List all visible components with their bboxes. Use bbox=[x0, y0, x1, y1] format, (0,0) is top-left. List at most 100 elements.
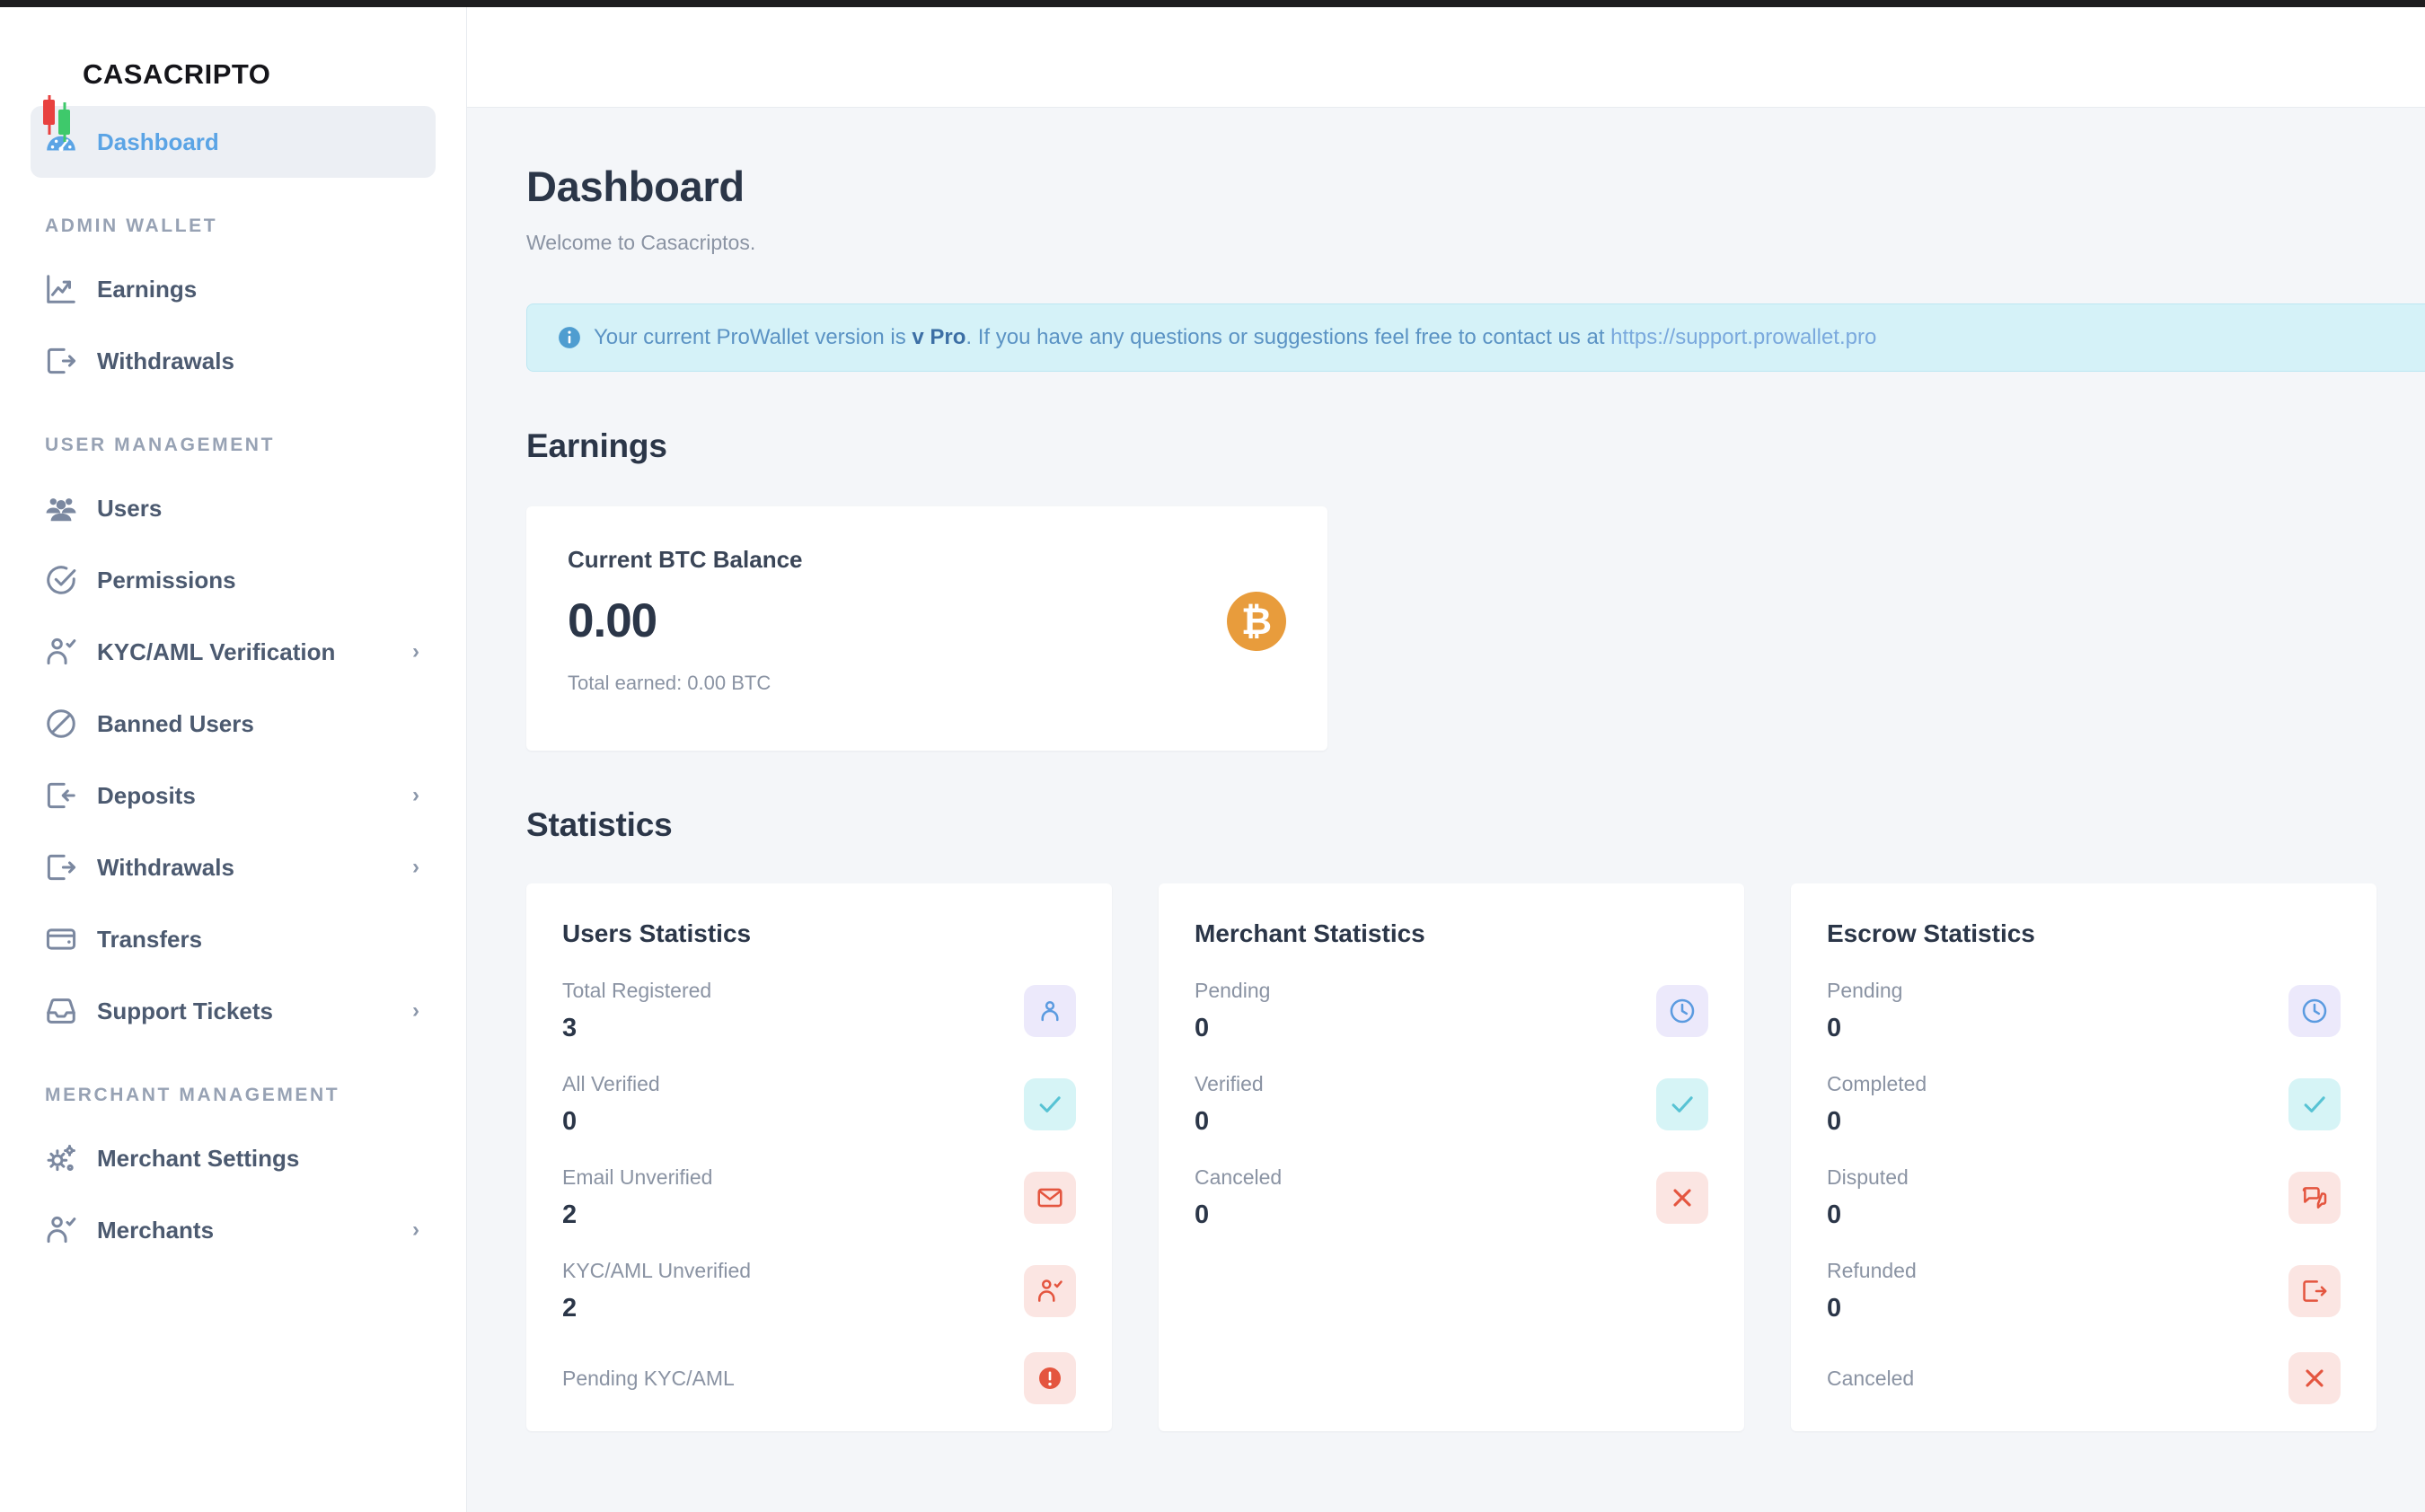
stat-row-value: 3 bbox=[562, 1014, 578, 1042]
stat-row: Verified 0 bbox=[1195, 1072, 1708, 1137]
stat-card-title: Users Statistics bbox=[562, 919, 752, 947]
user-check-icon bbox=[1024, 1265, 1076, 1317]
chevron-right-icon[interactable]: › bbox=[412, 857, 419, 878]
page-title: Dashboard bbox=[526, 163, 745, 210]
sidebar-item-withdrawals[interactable]: Withdrawals bbox=[31, 325, 436, 397]
stat-row-label: All Verified bbox=[562, 1072, 660, 1095]
sidebar-item-users[interactable]: Users bbox=[31, 472, 436, 544]
brand-name: CASACRIPTO bbox=[83, 58, 271, 90]
alert-icon bbox=[1024, 1352, 1076, 1404]
stat-row-text: Email Unverified 2 bbox=[562, 1165, 712, 1230]
stat-row-value: 0 bbox=[1827, 1200, 1842, 1229]
stat-row-text: Refunded 0 bbox=[1827, 1259, 1917, 1323]
chevron-right-icon[interactable]: › bbox=[412, 785, 419, 806]
alert-middle: . If you have any questions or suggestio… bbox=[966, 325, 1611, 349]
stat-row-value: 0 bbox=[562, 1107, 578, 1136]
alert-prefix: Your current ProWallet version is bbox=[594, 325, 913, 349]
stat-row: Completed 0 bbox=[1827, 1072, 2341, 1137]
sidebar-section-merchant-management: MERCHANT MANAGEMENT bbox=[45, 1085, 340, 1105]
stat-row: Email Unverified 2 bbox=[562, 1165, 1076, 1230]
chevron-right-icon[interactable]: › bbox=[412, 1219, 419, 1241]
ban-icon bbox=[43, 706, 79, 742]
stat-row-value: 0 bbox=[1827, 1294, 1842, 1323]
sidebar-item-permissions[interactable]: Permissions bbox=[31, 544, 436, 616]
stat-row-label: Total Registered bbox=[562, 979, 712, 1002]
stat-row-label: Pending KYC/AML bbox=[562, 1366, 735, 1390]
sidebar-item-support-tickets[interactable]: Support Tickets › bbox=[31, 975, 436, 1047]
page-content: Dashboard Welcome to Casacriptos. Your c… bbox=[467, 108, 2425, 1431]
support-link[interactable]: https://support.prowallet.pro bbox=[1610, 325, 1876, 349]
btc-balance-label: Current BTC Balance bbox=[568, 546, 803, 573]
stat-row-label: Email Unverified bbox=[562, 1165, 713, 1189]
stat-row-text: Canceled bbox=[1827, 1367, 1914, 1391]
stat-row-label: Canceled bbox=[1827, 1366, 1915, 1390]
check-icon bbox=[1656, 1078, 1708, 1130]
import-arrow-icon bbox=[43, 778, 79, 813]
sidebar-item-label: KYC/AML Verification bbox=[97, 637, 336, 665]
check-icon bbox=[2288, 1078, 2341, 1130]
statistics-heading: Statistics bbox=[526, 806, 673, 843]
sidebar-nav: Dashboard ADMIN WALLET Earnings Withdrawals… bbox=[0, 106, 466, 1266]
stat-row-value: 2 bbox=[562, 1294, 578, 1323]
sidebar-item-label: Deposits bbox=[97, 781, 196, 809]
main-area: Dashboard Welcome to Casacriptos. Your c… bbox=[467, 7, 2425, 1512]
stat-row: Total Registered 3 bbox=[562, 979, 1076, 1043]
stat-row-label: KYC/AML Unverified bbox=[562, 1259, 752, 1282]
sidebar-item-label: Merchants bbox=[97, 1216, 215, 1244]
stat-card-title: Merchant Statistics bbox=[1195, 919, 1425, 947]
sidebar-item-dashboard[interactable]: Dashboard bbox=[31, 106, 436, 178]
sidebar-item-merchants[interactable]: Merchants › bbox=[31, 1194, 436, 1266]
sidebar-item-earnings[interactable]: Earnings bbox=[31, 253, 436, 325]
stat-row: Pending 0 bbox=[1195, 979, 1708, 1043]
clock-icon bbox=[2288, 985, 2341, 1037]
stat-row-text: Disputed 0 bbox=[1827, 1165, 1909, 1230]
sidebar-item-label: Earnings bbox=[97, 275, 198, 303]
stat-row-text: Verified 0 bbox=[1195, 1072, 1264, 1137]
export-arrow-icon bbox=[2288, 1265, 2341, 1317]
btc-balance-value: 0.00 bbox=[568, 594, 657, 647]
candlestick-logo-icon bbox=[43, 54, 70, 142]
stat-row-text: All Verified 0 bbox=[562, 1072, 660, 1137]
current-btc-balance-card: Current BTC Balance 0.00 Total earned: 0… bbox=[526, 506, 1327, 751]
stat-row-text: Total Registered 3 bbox=[562, 979, 711, 1043]
sidebar-section-admin-wallet: ADMIN WALLET bbox=[45, 215, 218, 236]
export-arrow-icon bbox=[43, 343, 79, 379]
brand-logo[interactable]: CASACRIPTO bbox=[0, 7, 466, 142]
sidebar-item-withdrawals[interactable]: Withdrawals › bbox=[31, 831, 436, 903]
stat-row-label: Pending bbox=[1827, 979, 1903, 1002]
info-circle-icon bbox=[558, 326, 581, 349]
sidebar-item-label: Merchant Settings bbox=[97, 1144, 300, 1172]
user-check-icon bbox=[43, 634, 79, 670]
stat-card-merchant-statistics: Merchant Statistics Pending 0 Verified 0 Canc… bbox=[1159, 883, 1744, 1431]
close-x-icon bbox=[2288, 1352, 2341, 1404]
chat-dispute-icon bbox=[2288, 1172, 2341, 1224]
stat-row-label: Canceled bbox=[1195, 1165, 1283, 1189]
users-group-icon bbox=[43, 490, 79, 526]
sidebar-item-deposits[interactable]: Deposits › bbox=[31, 760, 436, 831]
chevron-right-icon[interactable]: › bbox=[412, 641, 419, 663]
check-circle-icon bbox=[43, 562, 79, 598]
gears-icon bbox=[43, 1140, 79, 1176]
stat-row-value: 2 bbox=[562, 1200, 578, 1229]
chevron-right-icon[interactable]: › bbox=[412, 1000, 419, 1022]
sidebar-item-transfers[interactable]: Transfers bbox=[31, 903, 436, 975]
stat-row-value: 0 bbox=[1827, 1014, 1842, 1042]
stat-row-text: Pending KYC/AML bbox=[562, 1367, 735, 1391]
user-check-icon bbox=[43, 1212, 79, 1248]
close-x-icon bbox=[1656, 1172, 1708, 1224]
stat-row: Pending KYC/AML bbox=[562, 1352, 1076, 1404]
stat-row-value: 0 bbox=[1195, 1107, 1210, 1136]
inbox-icon bbox=[43, 993, 79, 1029]
sidebar-item-banned-users[interactable]: Banned Users bbox=[31, 688, 436, 760]
version-alert-banner: Your current ProWallet version is v Pro.… bbox=[526, 303, 2425, 372]
stat-row: All Verified 0 bbox=[562, 1072, 1076, 1137]
statistics-card-grid: Users Statistics Total Registered 3 All Ver… bbox=[526, 883, 2425, 1431]
stat-card-users-statistics: Users Statistics Total Registered 3 All Ver… bbox=[526, 883, 1112, 1431]
bitcoin-icon: ₿ bbox=[1227, 592, 1286, 651]
window-top-strip bbox=[0, 0, 2425, 7]
chart-up-icon bbox=[43, 271, 79, 307]
sidebar-item-merchant-settings[interactable]: Merchant Settings bbox=[31, 1122, 436, 1194]
sidebar-item-kyc-aml-verification[interactable]: KYC/AML Verification › bbox=[31, 616, 436, 688]
sidebar-item-label: Users bbox=[97, 494, 163, 522]
stat-row-text: Completed 0 bbox=[1827, 1072, 1927, 1137]
